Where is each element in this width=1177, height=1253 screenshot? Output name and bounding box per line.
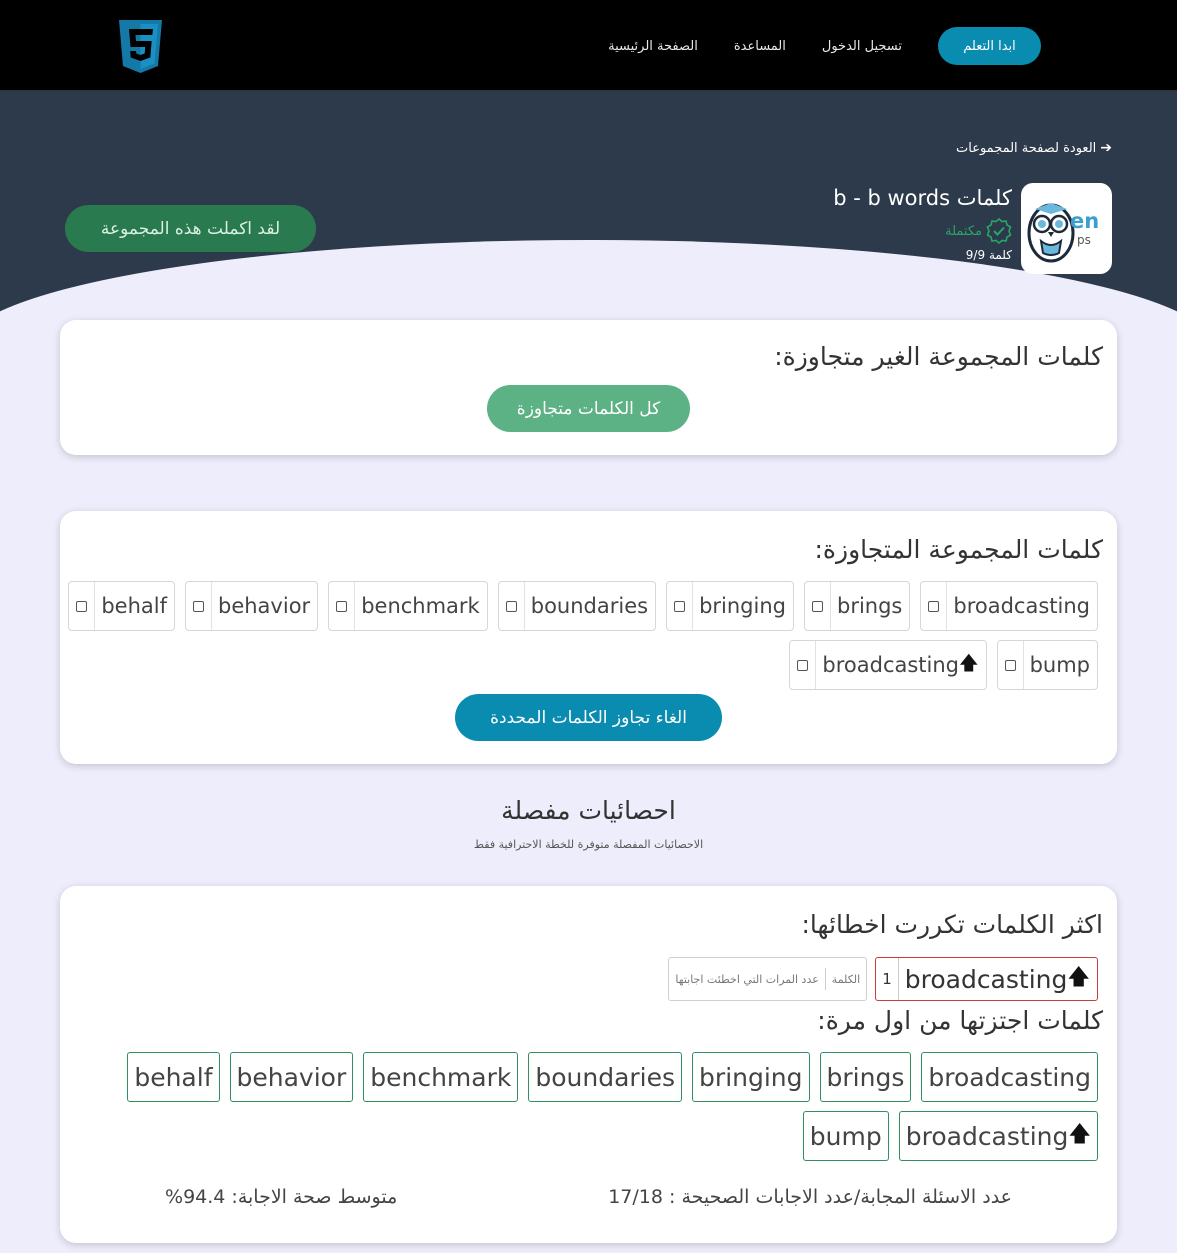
word-checkbox[interactable] <box>998 641 1024 689</box>
first-try-word: behalf <box>127 1052 220 1102</box>
word-label: broadcasting <box>953 594 1090 618</box>
skipped-words-card: كلمات المجموعة المتجاوزة: broadcasting b… <box>60 511 1117 764</box>
first-try-word: bringing <box>692 1052 810 1102</box>
set-logo: en ps <box>1021 183 1112 274</box>
arrow-up-icon: 🡅 <box>959 652 979 674</box>
most-mistakes-row: 🡅 broadcasting 1 الكلمة عدد المرات التي … <box>668 957 1098 1001</box>
first-try-row-1: broadcasting brings bringing boundaries … <box>127 1052 1098 1102</box>
logo-text-ps: ps <box>1077 233 1091 247</box>
set-completed-button[interactable]: لقد اكملت هذه المجموعة <box>65 205 316 252</box>
start-learning-button[interactable]: ابدا التعلم <box>938 27 1041 65</box>
first-try-word-with-icon: broadcasting 🡅 <box>898 1111 1098 1161</box>
first-try-word: brings <box>819 1052 912 1102</box>
answered-questions-stat: عدد الاسئلة المجابة/عدد الاجابات الصحيحة… <box>608 1186 1012 1208</box>
word-label: bump <box>1029 653 1090 677</box>
skipped-title: كلمات المجموعة المتجاوزة: <box>814 535 1103 564</box>
navbar: ابدا التعلم تسجيل الدخول المساعدة الصفحة… <box>0 0 1177 91</box>
all-words-skipped-button[interactable]: كل الكلمات متجاوزة <box>487 385 690 432</box>
legend-divider <box>824 968 826 990</box>
skipped-word-chip[interactable]: bringing <box>666 581 794 631</box>
nav-link-login[interactable]: تسجيل الدخول <box>822 39 902 54</box>
mistakes-legend: الكلمة عدد المرات التي اخطئت اجابتها <box>668 957 868 1001</box>
most-mistakes-title: اكثر الكلمات تكررت اخطائها: <box>801 910 1104 939</box>
word-label: broadcasting <box>822 653 960 677</box>
arrow-up-icon: 🡅 <box>1068 1122 1091 1147</box>
word-checkbox[interactable] <box>667 582 694 630</box>
unskipped-words-card: كلمات المجموعة الغير متجاوزة: كل الكلمات… <box>60 320 1117 455</box>
word-checkbox[interactable] <box>329 582 356 630</box>
set-title: كلمات b - b words <box>833 186 1012 210</box>
word-label: boundaries <box>530 594 649 618</box>
unskip-selected-button[interactable]: الغاء تجاوز الكلمات المحددة <box>455 694 722 741</box>
word-label: behavior <box>218 594 311 618</box>
word-count: 9/9 كلمة <box>965 248 1012 262</box>
skipped-words-row-2: bump broadcasting 🡅 <box>789 640 1098 690</box>
word-checkbox[interactable] <box>921 582 948 630</box>
word-checkbox[interactable] <box>790 641 817 689</box>
set-status: مكتملة <box>945 218 1012 244</box>
stats-subtitle: الاحصائيات المفصلة متوفرة للخطة الاحتراف… <box>473 838 704 851</box>
legend-word: الكلمة <box>831 972 861 986</box>
skipped-word-chip[interactable]: broadcasting <box>920 581 1098 631</box>
back-to-sets-link[interactable]: ➔ العودة لصفحة المجموعات <box>956 140 1112 156</box>
mistake-word: 🡅 broadcasting <box>899 960 1097 998</box>
accuracy-stat: متوسط صحة الاجابة: 94.4% <box>165 1186 398 1208</box>
nav-link-help[interactable]: المساعدة <box>734 39 786 54</box>
first-try-word: bump <box>802 1111 889 1161</box>
html5-icon[interactable] <box>117 20 164 73</box>
first-try-word: broadcasting <box>905 1121 1069 1151</box>
verified-badge-icon <box>986 218 1012 244</box>
first-try-word: broadcasting <box>921 1052 1098 1102</box>
word-checkbox[interactable] <box>805 582 831 630</box>
back-link-label: العودة لصفحة المجموعات <box>956 140 1097 156</box>
stats-card: اكثر الكلمات تكررت اخطائها: 🡅 broadcasti… <box>60 886 1117 1243</box>
mistake-word-chip: 🡅 broadcasting 1 <box>875 957 1098 1001</box>
first-try-word: benchmark <box>363 1052 519 1102</box>
unskipped-title: كلمات المجموعة الغير متجاوزة: <box>774 342 1103 371</box>
skipped-word-chip[interactable]: behavior <box>185 581 319 631</box>
first-try-word: boundaries <box>528 1052 683 1102</box>
skipped-word-chip[interactable]: boundaries <box>497 581 657 631</box>
arrow-up-icon: 🡅 <box>1067 965 1090 990</box>
stats-title: احصائيات مفصلة <box>501 796 676 825</box>
first-try-row-2: broadcasting 🡅 bump <box>802 1111 1098 1161</box>
logo-text-en: en <box>1070 209 1100 233</box>
mistake-word-label: broadcasting <box>904 964 1068 994</box>
skipped-words-row-1: broadcasting brings bringing boundaries … <box>68 581 1098 631</box>
status-label: مكتملة <box>945 223 982 239</box>
arrow-right-icon: ➔ <box>1100 140 1112 156</box>
word-checkbox[interactable] <box>186 582 212 630</box>
word-checkbox[interactable] <box>499 582 525 630</box>
word-label: brings <box>836 594 903 618</box>
word-label: bringing <box>699 594 786 618</box>
word-checkbox[interactable] <box>69 582 96 630</box>
first-try-title: كلمات اجتزتها من اول مرة: <box>817 1006 1103 1035</box>
skipped-word-chip[interactable]: broadcasting 🡅 <box>789 640 987 690</box>
mistake-count: 1 <box>876 958 899 1000</box>
skipped-word-chip[interactable]: behalf <box>68 581 175 631</box>
skipped-word-chip[interactable]: brings <box>803 581 911 631</box>
word-label: benchmark <box>361 594 480 618</box>
word-label: behalf <box>101 594 167 618</box>
skipped-word-chip[interactable]: benchmark <box>328 581 488 631</box>
first-try-word: behavior <box>229 1052 354 1102</box>
skipped-word-chip[interactable]: bump <box>996 640 1098 690</box>
nav-links: ابدا التعلم تسجيل الدخول المساعدة الصفحة… <box>608 27 1041 65</box>
legend-count: عدد المرات التي اخطئت اجابتها <box>675 972 819 986</box>
nav-link-home[interactable]: الصفحة الرئيسية <box>608 39 698 54</box>
word-label-with-icon: broadcasting 🡅 <box>816 649 985 681</box>
